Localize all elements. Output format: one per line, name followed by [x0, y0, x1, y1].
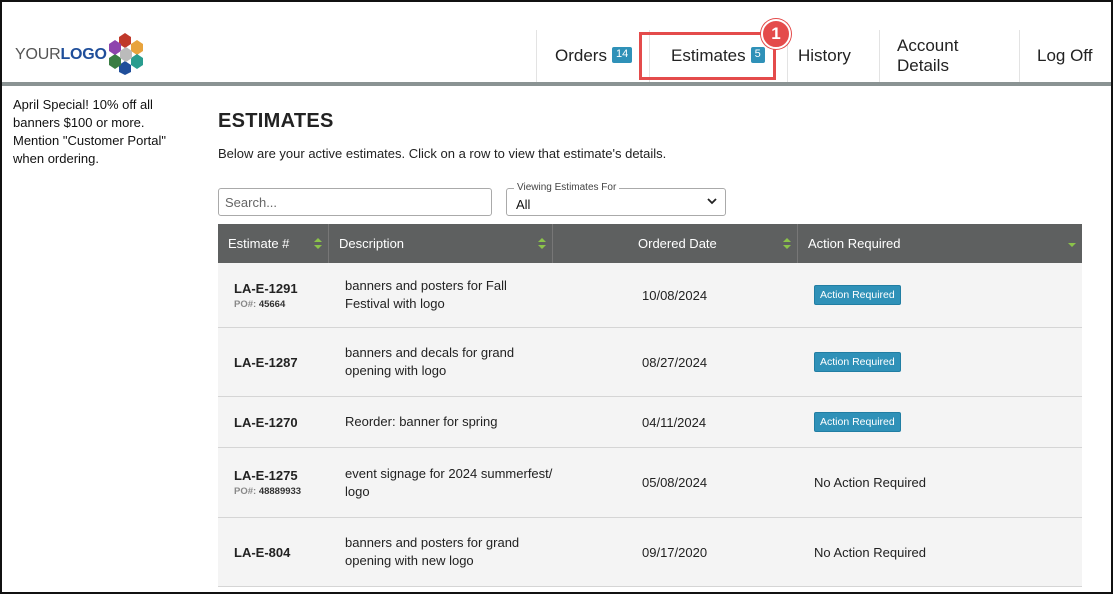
estimate-description: banners and posters for grand opening wi…	[345, 535, 520, 568]
sidebar-promo: April Special! 10% off all banners $100 …	[13, 97, 167, 166]
action-status-text: No Action Required	[814, 475, 927, 490]
estimate-number: LA-E-804	[234, 544, 291, 560]
nav-account-details[interactable]: Account Details	[879, 30, 1019, 82]
estimate-number: LA-E-1287	[234, 354, 298, 370]
table-row[interactable]: LA-E-1275 PO#: 48889933 event signage fo…	[218, 448, 1082, 518]
estimate-description: event signage for 2024 summerfest/ logo	[345, 465, 553, 499]
action-status-text: No Action Required	[814, 544, 927, 560]
ordered-date: 08/27/2024	[642, 354, 708, 370]
page-subtitle: Below are your active estimates. Click o…	[218, 146, 667, 161]
estimate-description: banners and posters for Fall Festival wi…	[345, 278, 507, 311]
sort-icon	[783, 238, 791, 249]
nav-orders-label: Orders	[555, 46, 607, 65]
logo-hexagon-icon	[108, 33, 143, 75]
sort-icon	[314, 238, 322, 249]
table-row[interactable]: LA-E-1291 PO#: 45664 banners and posters…	[218, 263, 1082, 328]
col-action-required[interactable]: Action Required	[798, 224, 1082, 263]
nav-logoff-label: Log Off	[1037, 46, 1093, 65]
callout-marker-1: 1	[761, 19, 791, 49]
logo[interactable]: YOURLOGO	[15, 33, 145, 77]
sort-icon	[538, 238, 546, 249]
table-row[interactable]: LA-E-804 banners and posters for grand o…	[218, 518, 1082, 587]
table-header: Estimate # Description Ordered Date Acti…	[218, 224, 1082, 263]
ordered-date: 10/08/2024	[642, 287, 708, 303]
sort-down-icon	[1068, 243, 1076, 247]
estimate-number: LA-E-1270	[234, 414, 298, 430]
po-number: PO#: 45664	[234, 298, 286, 310]
estimate-number: LA-E-1291	[234, 280, 298, 296]
col-description[interactable]: Description	[329, 224, 553, 263]
search-input[interactable]	[218, 188, 492, 216]
nav-history[interactable]: History	[787, 30, 879, 82]
nav-log-off[interactable]: Log Off	[1019, 30, 1111, 82]
nav-orders[interactable]: Orders 14	[536, 30, 649, 82]
estimate-description: banners and decals for grand opening wit…	[345, 345, 515, 378]
ordered-date: 09/17/2020	[642, 544, 708, 560]
ordered-date: 04/11/2024	[642, 414, 707, 430]
page-title: ESTIMATES	[218, 110, 334, 132]
orders-count-badge: 14	[611, 47, 633, 63]
table-row[interactable]: LA-E-1270 Reorder: banner for spring 04/…	[218, 397, 1082, 448]
logo-text: YOURLOGO	[15, 46, 107, 63]
header-divider	[2, 82, 1111, 86]
col-ordered-date[interactable]: Ordered Date	[553, 224, 798, 263]
filter-selected-value: All	[516, 197, 531, 212]
main-content: ESTIMATES Below are your active estimate…	[218, 110, 1082, 587]
top-nav: Orders 14 Estimates 5 History Account De…	[536, 30, 1111, 82]
action-required-badge[interactable]: Action Required	[814, 285, 901, 305]
estimate-description: Reorder: banner for spring	[345, 414, 498, 429]
filter-legend: Viewing Estimates For	[514, 182, 620, 193]
ordered-date: 05/08/2024	[642, 475, 708, 490]
viewing-estimates-select[interactable]: Viewing Estimates For All	[506, 182, 726, 216]
nav-history-label: History	[798, 46, 851, 65]
po-number: PO#: 48889933	[234, 486, 302, 497]
chevron-down-icon	[707, 198, 717, 205]
action-required-badge[interactable]: Action Required	[814, 412, 901, 432]
header: YOURLOGO Orders 14 Estimates 5 History A…	[2, 2, 1111, 82]
app-frame: YOURLOGO Orders 14 Estimates 5 History A…	[0, 0, 1113, 594]
action-required-badge[interactable]: Action Required	[814, 352, 901, 372]
estimates-table: Estimate # Description Ordered Date Acti…	[218, 224, 1082, 587]
estimates-highlight-box	[639, 32, 776, 80]
col-estimate-number[interactable]: Estimate #	[218, 224, 329, 263]
estimate-number: LA-E-1275	[234, 468, 298, 483]
nav-account-label: Account Details	[897, 36, 959, 75]
table-row[interactable]: LA-E-1287 banners and decals for grand o…	[218, 328, 1082, 397]
